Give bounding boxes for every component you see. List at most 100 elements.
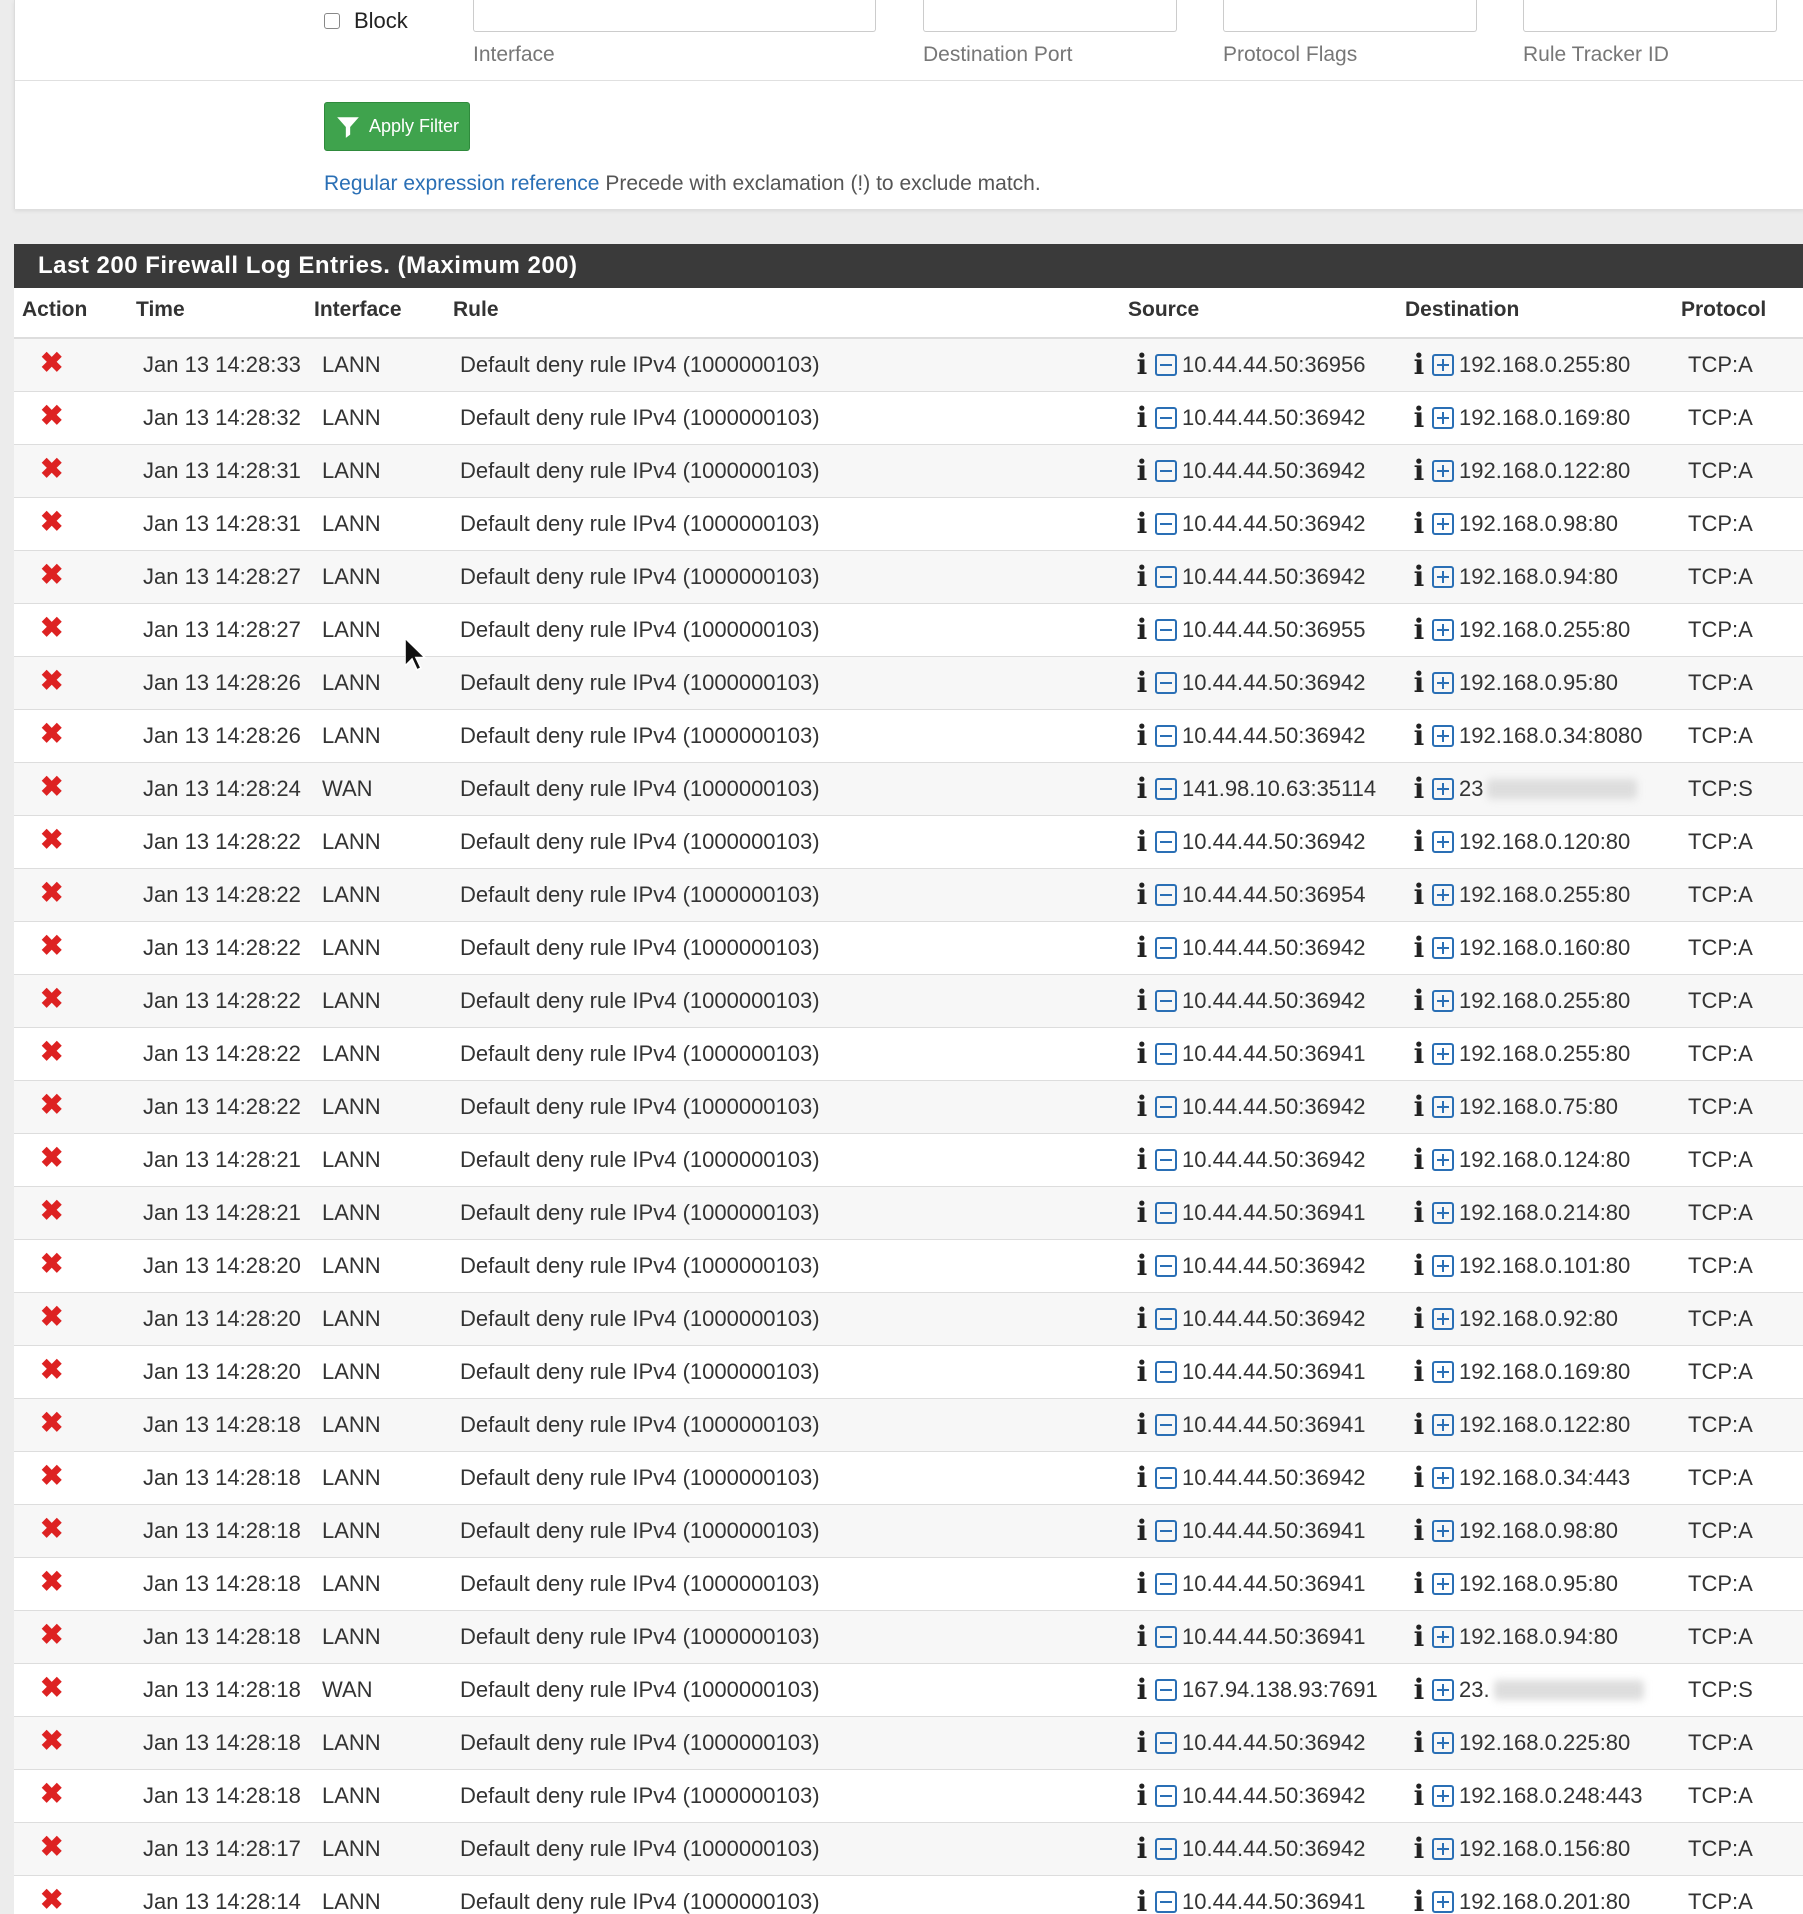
block-action-icon[interactable]: ✖ (40, 1621, 63, 1649)
plus-square-icon[interactable] (1432, 1891, 1454, 1913)
info-icon[interactable]: i (1412, 1623, 1426, 1651)
rule-cell[interactable]: Default deny rule IPv4 (1000000103) (460, 1518, 820, 1544)
info-icon[interactable]: i (1135, 1146, 1149, 1174)
interface-input[interactable] (473, 0, 876, 32)
minus-square-icon[interactable] (1155, 407, 1177, 429)
block-action-icon[interactable]: ✖ (40, 1886, 63, 1914)
rule-cell[interactable]: Default deny rule IPv4 (1000000103) (460, 723, 820, 749)
info-icon[interactable]: i (1412, 1040, 1426, 1068)
info-icon[interactable]: i (1412, 1199, 1426, 1227)
info-icon[interactable]: i (1135, 934, 1149, 962)
info-icon[interactable]: i (1412, 1411, 1426, 1439)
info-icon[interactable]: i (1412, 1835, 1426, 1863)
block-action-icon[interactable]: ✖ (40, 720, 63, 748)
rule-cell[interactable]: Default deny rule IPv4 (1000000103) (460, 405, 820, 431)
info-icon[interactable]: i (1135, 457, 1149, 485)
plus-square-icon[interactable] (1432, 1202, 1454, 1224)
plus-square-icon[interactable] (1432, 1838, 1454, 1860)
info-icon[interactable]: i (1412, 1729, 1426, 1757)
minus-square-icon[interactable] (1155, 460, 1177, 482)
plus-square-icon[interactable] (1432, 1308, 1454, 1330)
plus-square-icon[interactable] (1432, 672, 1454, 694)
plus-square-icon[interactable] (1432, 990, 1454, 1012)
info-icon[interactable]: i (1135, 1252, 1149, 1280)
plus-square-icon[interactable] (1432, 1785, 1454, 1807)
minus-square-icon[interactable] (1155, 1679, 1177, 1701)
info-icon[interactable]: i (1135, 1199, 1149, 1227)
block-action-icon[interactable]: ✖ (40, 1515, 63, 1543)
info-icon[interactable]: i (1135, 1517, 1149, 1545)
minus-square-icon[interactable] (1155, 1891, 1177, 1913)
minus-square-icon[interactable] (1155, 831, 1177, 853)
info-icon[interactable]: i (1412, 510, 1426, 538)
plus-square-icon[interactable] (1432, 1679, 1454, 1701)
info-icon[interactable]: i (1412, 1676, 1426, 1704)
minus-square-icon[interactable] (1155, 1361, 1177, 1383)
rule-cell[interactable]: Default deny rule IPv4 (1000000103) (460, 1889, 820, 1914)
minus-square-icon[interactable] (1155, 672, 1177, 694)
info-icon[interactable]: i (1412, 404, 1426, 432)
block-action-icon[interactable]: ✖ (40, 1038, 63, 1066)
block-action-icon[interactable]: ✖ (40, 614, 63, 642)
rule-cell[interactable]: Default deny rule IPv4 (1000000103) (460, 1306, 820, 1332)
info-icon[interactable]: i (1412, 616, 1426, 644)
block-action-icon[interactable]: ✖ (40, 1674, 63, 1702)
minus-square-icon[interactable] (1155, 1520, 1177, 1542)
plus-square-icon[interactable] (1432, 884, 1454, 906)
rule-cell[interactable]: Default deny rule IPv4 (1000000103) (460, 1147, 820, 1173)
block-action-icon[interactable]: ✖ (40, 826, 63, 854)
rule-cell[interactable]: Default deny rule IPv4 (1000000103) (460, 1677, 820, 1703)
block-action-icon[interactable]: ✖ (40, 667, 63, 695)
block-checkbox[interactable]: Block (324, 8, 408, 34)
info-icon[interactable]: i (1412, 1252, 1426, 1280)
minus-square-icon[interactable] (1155, 778, 1177, 800)
minus-square-icon[interactable] (1155, 1626, 1177, 1648)
block-action-icon[interactable]: ✖ (40, 349, 63, 377)
info-icon[interactable]: i (1135, 1570, 1149, 1598)
info-icon[interactable]: i (1135, 881, 1149, 909)
rule-cell[interactable]: Default deny rule IPv4 (1000000103) (460, 458, 820, 484)
plus-square-icon[interactable] (1432, 1467, 1454, 1489)
block-action-icon[interactable]: ✖ (40, 1462, 63, 1490)
info-icon[interactable]: i (1135, 1835, 1149, 1863)
block-action-icon[interactable]: ✖ (40, 1568, 63, 1596)
info-icon[interactable]: i (1135, 616, 1149, 644)
info-icon[interactable]: i (1135, 563, 1149, 591)
block-action-icon[interactable]: ✖ (40, 879, 63, 907)
plus-square-icon[interactable] (1432, 460, 1454, 482)
info-icon[interactable]: i (1412, 1358, 1426, 1386)
rule-cell[interactable]: Default deny rule IPv4 (1000000103) (460, 1783, 820, 1809)
block-action-icon[interactable]: ✖ (40, 1303, 63, 1331)
info-icon[interactable]: i (1412, 1146, 1426, 1174)
minus-square-icon[interactable] (1155, 1838, 1177, 1860)
minus-square-icon[interactable] (1155, 1467, 1177, 1489)
minus-square-icon[interactable] (1155, 354, 1177, 376)
regex-reference-link[interactable]: Regular expression reference (324, 172, 599, 195)
block-action-icon[interactable]: ✖ (40, 985, 63, 1013)
block-action-icon[interactable]: ✖ (40, 1250, 63, 1278)
plus-square-icon[interactable] (1432, 619, 1454, 641)
minus-square-icon[interactable] (1155, 513, 1177, 535)
info-icon[interactable]: i (1412, 1517, 1426, 1545)
plus-square-icon[interactable] (1432, 831, 1454, 853)
plus-square-icon[interactable] (1432, 566, 1454, 588)
block-action-icon[interactable]: ✖ (40, 773, 63, 801)
info-icon[interactable]: i (1135, 510, 1149, 538)
plus-square-icon[interactable] (1432, 1149, 1454, 1171)
rule-cell[interactable]: Default deny rule IPv4 (1000000103) (460, 1465, 820, 1491)
info-icon[interactable]: i (1135, 1729, 1149, 1757)
info-icon[interactable]: i (1135, 1358, 1149, 1386)
rule-cell[interactable]: Default deny rule IPv4 (1000000103) (460, 511, 820, 537)
info-icon[interactable]: i (1135, 1411, 1149, 1439)
rule-cell[interactable]: Default deny rule IPv4 (1000000103) (460, 1571, 820, 1597)
minus-square-icon[interactable] (1155, 1414, 1177, 1436)
info-icon[interactable]: i (1412, 563, 1426, 591)
apply-filter-button[interactable]: Apply Filter (324, 102, 470, 151)
block-action-icon[interactable]: ✖ (40, 1833, 63, 1861)
minus-square-icon[interactable] (1155, 990, 1177, 1012)
info-icon[interactable]: i (1135, 1305, 1149, 1333)
block-action-icon[interactable]: ✖ (40, 508, 63, 536)
info-icon[interactable]: i (1412, 934, 1426, 962)
info-icon[interactable]: i (1135, 1782, 1149, 1810)
minus-square-icon[interactable] (1155, 1043, 1177, 1065)
